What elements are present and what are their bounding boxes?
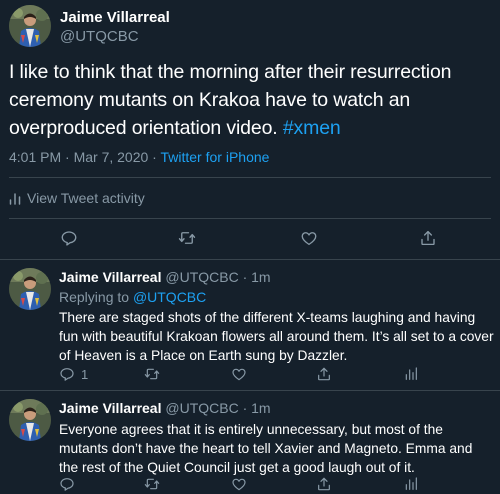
share-icon[interactable] (316, 366, 332, 382)
reply-count: 1 (81, 367, 89, 382)
like-icon[interactable] (231, 476, 247, 492)
author-handle[interactable]: @UTQCBC (60, 28, 139, 45)
reply-text: Everyone agrees that it is entirely unne… (59, 422, 473, 475)
retweet-icon[interactable] (178, 229, 196, 247)
main-tweet: Jaime Villarreal @UTQCBC I like to think… (0, 0, 500, 260)
reply-header: Jaime Villarreal @UTQCBC · 1m (59, 269, 271, 285)
profile-photo-icon (9, 5, 51, 47)
handle-and-time[interactable]: @UTQCBC · 1m (161, 269, 270, 285)
analytics-icon (9, 191, 21, 205)
like-icon[interactable] (231, 366, 247, 382)
reply-header: Jaime Villarreal @UTQCBC · 1m (59, 400, 271, 416)
reply-tweet[interactable]: Jaime Villarreal @UTQCBC · 1m Everyone a… (0, 391, 500, 492)
tweet-source-link[interactable]: Twitter for iPhone (160, 149, 269, 165)
view-tweet-activity[interactable]: View Tweet activity (9, 190, 145, 206)
analytics-icon[interactable] (403, 476, 419, 492)
retweet-icon[interactable] (144, 366, 160, 382)
reply-icon[interactable] (59, 366, 75, 382)
tweet-timestamp[interactable]: 4:01 PM · Mar 7, 2020 · (9, 149, 160, 165)
profile-photo-icon (9, 268, 51, 310)
view-tweet-activity-label: View Tweet activity (27, 190, 145, 206)
reply-text: There are staged shots of the different … (59, 310, 494, 363)
share-icon[interactable] (316, 476, 332, 492)
reply-icon[interactable] (59, 476, 75, 492)
author-name[interactable]: Jaime Villarreal (59, 400, 161, 416)
tweet-actions (0, 229, 500, 253)
author-name[interactable]: Jaime Villarreal (60, 9, 170, 26)
avatar[interactable] (9, 268, 51, 310)
share-icon[interactable] (419, 229, 437, 247)
replying-to: Replying to @UTQCBC (59, 289, 206, 305)
retweet-icon[interactable] (144, 476, 160, 492)
handle-and-time[interactable]: @UTQCBC · 1m (161, 400, 270, 416)
avatar[interactable] (9, 399, 51, 441)
tweet-text: I like to think that the morning after t… (9, 58, 491, 142)
tweet-meta: 4:01 PM · Mar 7, 2020 · Twitter for iPho… (9, 149, 269, 165)
avatar[interactable] (9, 5, 51, 47)
like-icon[interactable] (300, 229, 318, 247)
reply-actions (59, 476, 495, 494)
divider (9, 177, 491, 178)
analytics-icon[interactable] (403, 366, 419, 382)
divider (9, 218, 491, 219)
replying-to-handle-link[interactable]: @UTQCBC (133, 289, 206, 305)
author-name[interactable]: Jaime Villarreal (59, 269, 161, 285)
profile-photo-icon (9, 399, 51, 441)
reply-icon[interactable] (60, 229, 78, 247)
hashtag-link[interactable]: #xmen (283, 117, 341, 139)
replying-to-label: Replying to (59, 289, 133, 305)
reply-actions: 1 (59, 366, 495, 384)
tweet-text-body: I like to think that the morning after t… (9, 61, 452, 139)
reply-tweet[interactable]: Jaime Villarreal @UTQCBC · 1m Replying t… (0, 260, 500, 391)
